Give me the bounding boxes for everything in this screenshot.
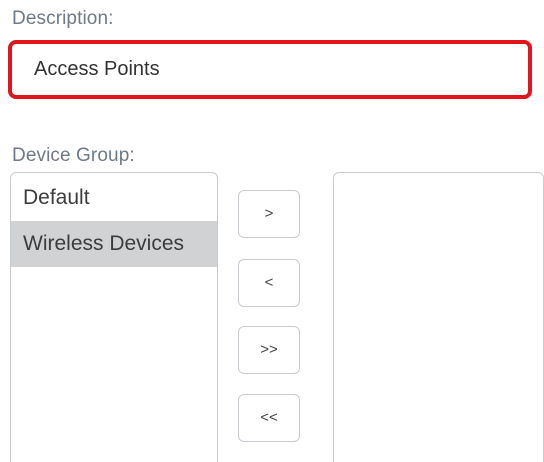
description-input[interactable] bbox=[18, 48, 522, 91]
move-all-left-button[interactable]: << bbox=[238, 394, 300, 442]
available-device-groups-list[interactable]: Default Wireless Devices bbox=[10, 172, 218, 462]
description-field-highlight bbox=[8, 40, 532, 99]
description-label: Description: bbox=[12, 8, 114, 29]
move-right-button[interactable]: > bbox=[238, 190, 300, 238]
device-group-label: Device Group: bbox=[12, 145, 135, 166]
selected-device-groups-list[interactable] bbox=[333, 172, 544, 462]
move-left-button[interactable]: < bbox=[238, 259, 300, 307]
list-item-wireless-devices[interactable]: Wireless Devices bbox=[11, 221, 217, 267]
move-all-right-button[interactable]: >> bbox=[238, 326, 300, 374]
list-item-default[interactable]: Default bbox=[11, 173, 217, 221]
